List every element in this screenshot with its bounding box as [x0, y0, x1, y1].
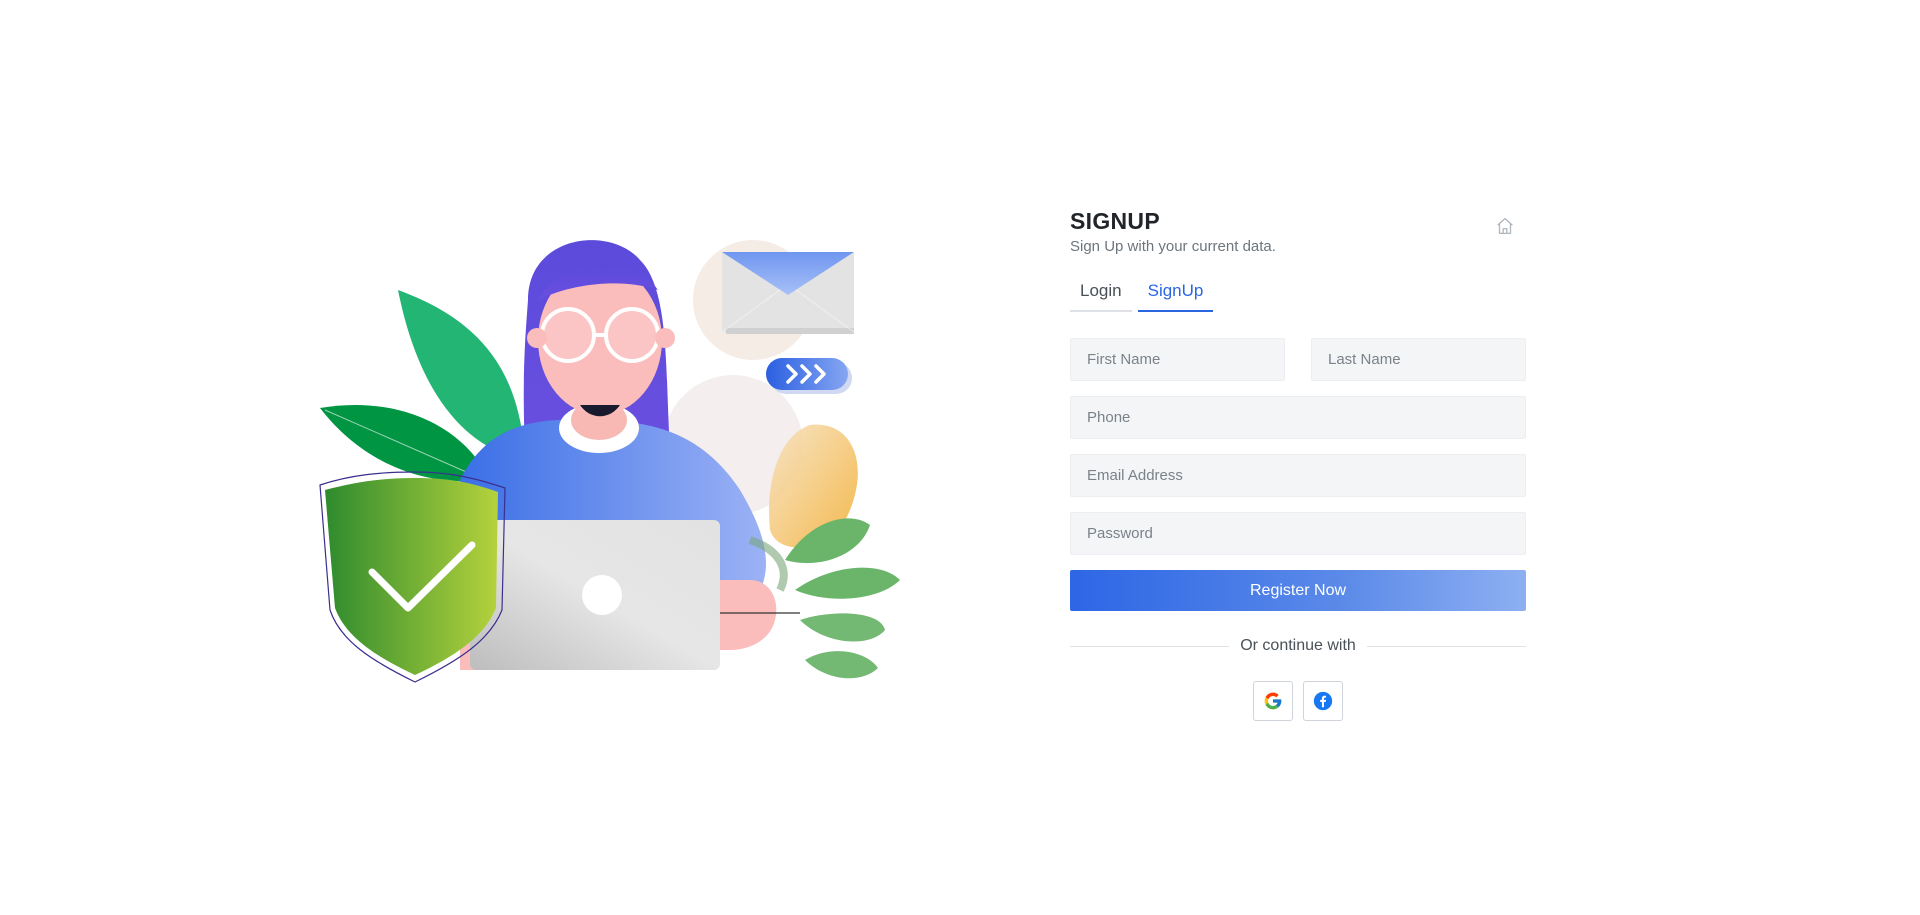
signup-form: Register Now [1070, 338, 1526, 611]
tab-login[interactable]: Login [1070, 277, 1132, 312]
google-icon [1264, 692, 1282, 710]
first-name-input[interactable] [1070, 338, 1285, 381]
divider-line-right [1366, 645, 1527, 647]
home-icon [1497, 218, 1513, 234]
signup-illustration [310, 220, 930, 700]
panel-header: SIGNUP Sign Up with your current data. [1070, 207, 1526, 265]
social-login [1070, 681, 1526, 721]
email-row [1070, 454, 1526, 497]
last-name-input[interactable] [1311, 338, 1526, 381]
continue-divider: Or continue with [1070, 637, 1527, 655]
signup-panel: SIGNUP Sign Up with your current data. L… [1070, 205, 1527, 721]
google-login-button[interactable] [1253, 681, 1293, 721]
register-button[interactable]: Register Now [1070, 570, 1526, 611]
tab-signup[interactable]: SignUp [1137, 277, 1214, 312]
phone-row [1070, 396, 1526, 439]
email-input[interactable] [1070, 454, 1526, 497]
signup-page: SIGNUP Sign Up with your current data. L… [0, 0, 1920, 915]
facebook-icon [1313, 691, 1333, 711]
facebook-login-button[interactable] [1303, 681, 1343, 721]
person-with-laptop-illustration [319, 240, 900, 683]
password-row [1070, 512, 1526, 555]
password-input[interactable] [1070, 512, 1526, 555]
page-subtitle: Sign Up with your current data. [1070, 238, 1276, 255]
auth-tabs: Login SignUp [1070, 277, 1526, 312]
name-row [1070, 338, 1526, 381]
home-link[interactable] [1494, 215, 1516, 237]
divider-line-left [1070, 645, 1230, 647]
divider-text: Or continue with [1240, 637, 1356, 654]
phone-input[interactable] [1070, 396, 1526, 439]
page-title: SIGNUP [1070, 208, 1160, 234]
